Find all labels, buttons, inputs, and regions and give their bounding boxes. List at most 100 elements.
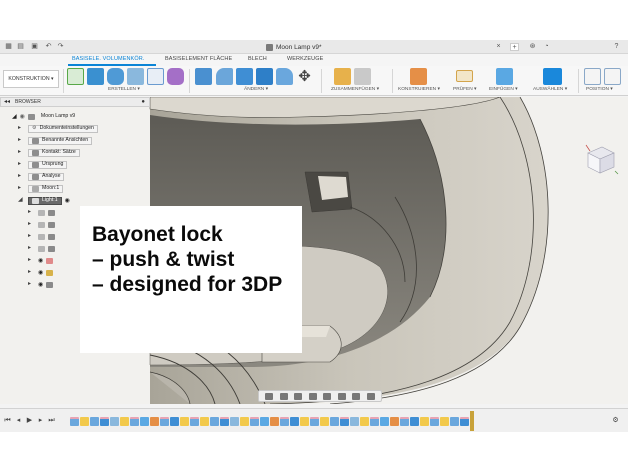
timeline-feature-icon[interactable] bbox=[110, 417, 119, 426]
document-tab[interactable]: Moon Lamp v9* bbox=[266, 42, 322, 52]
expand-arrow-icon[interactable]: ▸ bbox=[28, 209, 33, 216]
timeline-feature-icon[interactable] bbox=[150, 417, 159, 426]
timeline-feature-icon[interactable] bbox=[380, 417, 389, 426]
timeline-feature-icon[interactable] bbox=[420, 417, 429, 426]
timeline-feature-icon[interactable] bbox=[130, 417, 139, 426]
expand-arrow-icon[interactable]: ▸ bbox=[18, 161, 23, 168]
timeline-feature-icon[interactable] bbox=[430, 417, 439, 426]
timeline-feature-icon[interactable] bbox=[460, 417, 469, 426]
group-inspect-label[interactable]: PRÜFEN ▾ bbox=[453, 87, 476, 92]
tab-sheet-metal[interactable]: BLECH bbox=[248, 56, 267, 62]
timeline-feature-icon[interactable] bbox=[400, 417, 409, 426]
joint-icon[interactable] bbox=[354, 68, 371, 85]
group-insert-label[interactable]: EINFÜGEN ▾ bbox=[489, 87, 518, 92]
visibility-eye-icon[interactable]: ◉ bbox=[38, 281, 43, 288]
tree-subitem[interactable]: ◉ bbox=[38, 256, 54, 265]
capture-position-icon[interactable] bbox=[604, 68, 621, 85]
clock-icon[interactable]: ◔ bbox=[542, 43, 551, 51]
move-icon[interactable]: ✥ bbox=[296, 68, 313, 85]
tree-subitem[interactable] bbox=[38, 208, 55, 217]
timeline-marker[interactable] bbox=[470, 411, 474, 431]
new-tab-icon[interactable]: + bbox=[510, 43, 519, 51]
timeline-feature-icon[interactable] bbox=[320, 417, 329, 426]
press-pull-icon[interactable] bbox=[195, 68, 212, 85]
expand-arrow-icon[interactable]: ▸ bbox=[28, 233, 33, 240]
tree-item-moon[interactable]: Moon:1 bbox=[28, 184, 64, 193]
play-icon[interactable]: ▶ bbox=[26, 416, 33, 425]
expand-arrow-icon[interactable]: ▸ bbox=[18, 185, 23, 192]
expand-arrow-icon[interactable]: ▸ bbox=[18, 149, 23, 156]
group-assemble-label[interactable]: ZUSAMMENFÜGEN ▾ bbox=[331, 87, 379, 92]
expand-arrow-icon[interactable]: ▸ bbox=[18, 173, 23, 180]
select-icon[interactable] bbox=[543, 68, 562, 85]
tab-surface[interactable]: BASISELEMENT FLÄCHE bbox=[165, 56, 232, 62]
expand-arrow-icon[interactable]: ▸ bbox=[18, 137, 23, 144]
shell-icon[interactable] bbox=[256, 68, 273, 85]
timeline-feature-icon[interactable] bbox=[120, 417, 129, 426]
timeline-feature-icon[interactable] bbox=[350, 417, 359, 426]
group-modify-label[interactable]: ÄNDERN ▾ bbox=[244, 87, 268, 92]
timeline-feature-icon[interactable] bbox=[360, 417, 369, 426]
orbit-icon[interactable] bbox=[265, 392, 274, 400]
revolve-icon[interactable] bbox=[107, 68, 124, 85]
insert-image-icon[interactable] bbox=[496, 68, 513, 85]
undo-icon[interactable]: ↶ bbox=[44, 43, 53, 51]
timeline-feature-icon[interactable] bbox=[300, 417, 309, 426]
chamfer-icon[interactable] bbox=[236, 68, 253, 85]
timeline-feature-icon[interactable] bbox=[140, 417, 149, 426]
hole-icon[interactable] bbox=[127, 68, 144, 85]
timeline-feature-icon[interactable] bbox=[240, 417, 249, 426]
tree-subitem[interactable]: ◉ bbox=[38, 280, 54, 289]
browser-panel-header[interactable]: ◂◂ BROWSER ● bbox=[0, 97, 150, 107]
collapse-browser-icon[interactable]: ◂◂ bbox=[4, 98, 10, 107]
tree-subitem[interactable] bbox=[38, 220, 55, 229]
timeline-feature-icon[interactable] bbox=[290, 417, 299, 426]
help-icon[interactable]: ? bbox=[612, 43, 621, 51]
combine-icon[interactable] bbox=[276, 68, 293, 85]
timeline-feature-icon[interactable] bbox=[250, 417, 259, 426]
visibility-eye-icon[interactable]: ◉ bbox=[20, 113, 25, 120]
timeline-feature-icon[interactable] bbox=[260, 417, 269, 426]
tree-item-named-views[interactable]: Benannte Ansichten bbox=[28, 136, 93, 145]
view-cube[interactable] bbox=[580, 141, 620, 181]
tab-tools[interactable]: WERKZEUGE bbox=[287, 56, 323, 62]
go-to-start-icon[interactable]: ⏮ bbox=[4, 416, 11, 425]
timeline-feature-icon[interactable] bbox=[80, 417, 89, 426]
timeline-feature-icon[interactable] bbox=[440, 417, 449, 426]
measure-icon[interactable] bbox=[456, 70, 473, 82]
timeline-settings-icon[interactable]: ⚙ bbox=[612, 416, 619, 425]
offset-plane-icon[interactable] bbox=[410, 68, 427, 85]
new-component-icon[interactable] bbox=[334, 68, 351, 85]
timeline-feature-icon[interactable] bbox=[450, 417, 459, 426]
expand-arrow-icon[interactable]: ▸ bbox=[28, 281, 33, 288]
pattern-icon[interactable] bbox=[147, 68, 164, 85]
tree-item-root[interactable]: ◢ ◉ Moon Lamp v9 bbox=[12, 112, 78, 121]
step-forward-icon[interactable]: ▸ bbox=[37, 416, 44, 425]
tree-item-origin[interactable]: Ursprung bbox=[28, 160, 68, 169]
timeline-feature-icon[interactable] bbox=[190, 417, 199, 426]
timeline-feature-icon[interactable] bbox=[200, 417, 209, 426]
timeline-feature-icon[interactable] bbox=[410, 417, 419, 426]
timeline-feature-icon[interactable] bbox=[390, 417, 399, 426]
expand-arrow-icon[interactable]: ▸ bbox=[28, 221, 33, 228]
timeline-feature-icon[interactable] bbox=[230, 417, 239, 426]
extrude-icon[interactable] bbox=[87, 68, 104, 85]
timeline-feature-icon[interactable] bbox=[310, 417, 319, 426]
tree-subitem[interactable]: ◉ bbox=[38, 268, 54, 277]
group-construct-label[interactable]: KONSTRUIEREN ▾ bbox=[398, 87, 440, 92]
tree-subitem[interactable] bbox=[38, 232, 55, 241]
pan-icon[interactable] bbox=[294, 392, 303, 400]
tree-item-contact-sets[interactable]: Kontakt: Sätze bbox=[28, 148, 80, 157]
grid-menu-icon[interactable]: ▦ bbox=[4, 43, 13, 51]
workspace-switcher[interactable]: KONSTRUKTION ▾ bbox=[3, 70, 59, 88]
timeline-feature-icon[interactable] bbox=[170, 417, 179, 426]
fillet-icon[interactable] bbox=[216, 68, 233, 85]
form-icon[interactable] bbox=[167, 68, 184, 85]
timeline-feature-icon[interactable] bbox=[280, 417, 289, 426]
tree-item-document-settings[interactable]: ⚙ Dokumenteinstellungen bbox=[28, 124, 98, 133]
file-icon[interactable]: ▤ bbox=[16, 43, 25, 51]
timeline-feature-icon[interactable] bbox=[160, 417, 169, 426]
expand-arrow-icon[interactable]: ▸ bbox=[28, 245, 33, 252]
look-at-icon[interactable] bbox=[279, 392, 288, 400]
timeline-feature-icon[interactable] bbox=[270, 417, 279, 426]
